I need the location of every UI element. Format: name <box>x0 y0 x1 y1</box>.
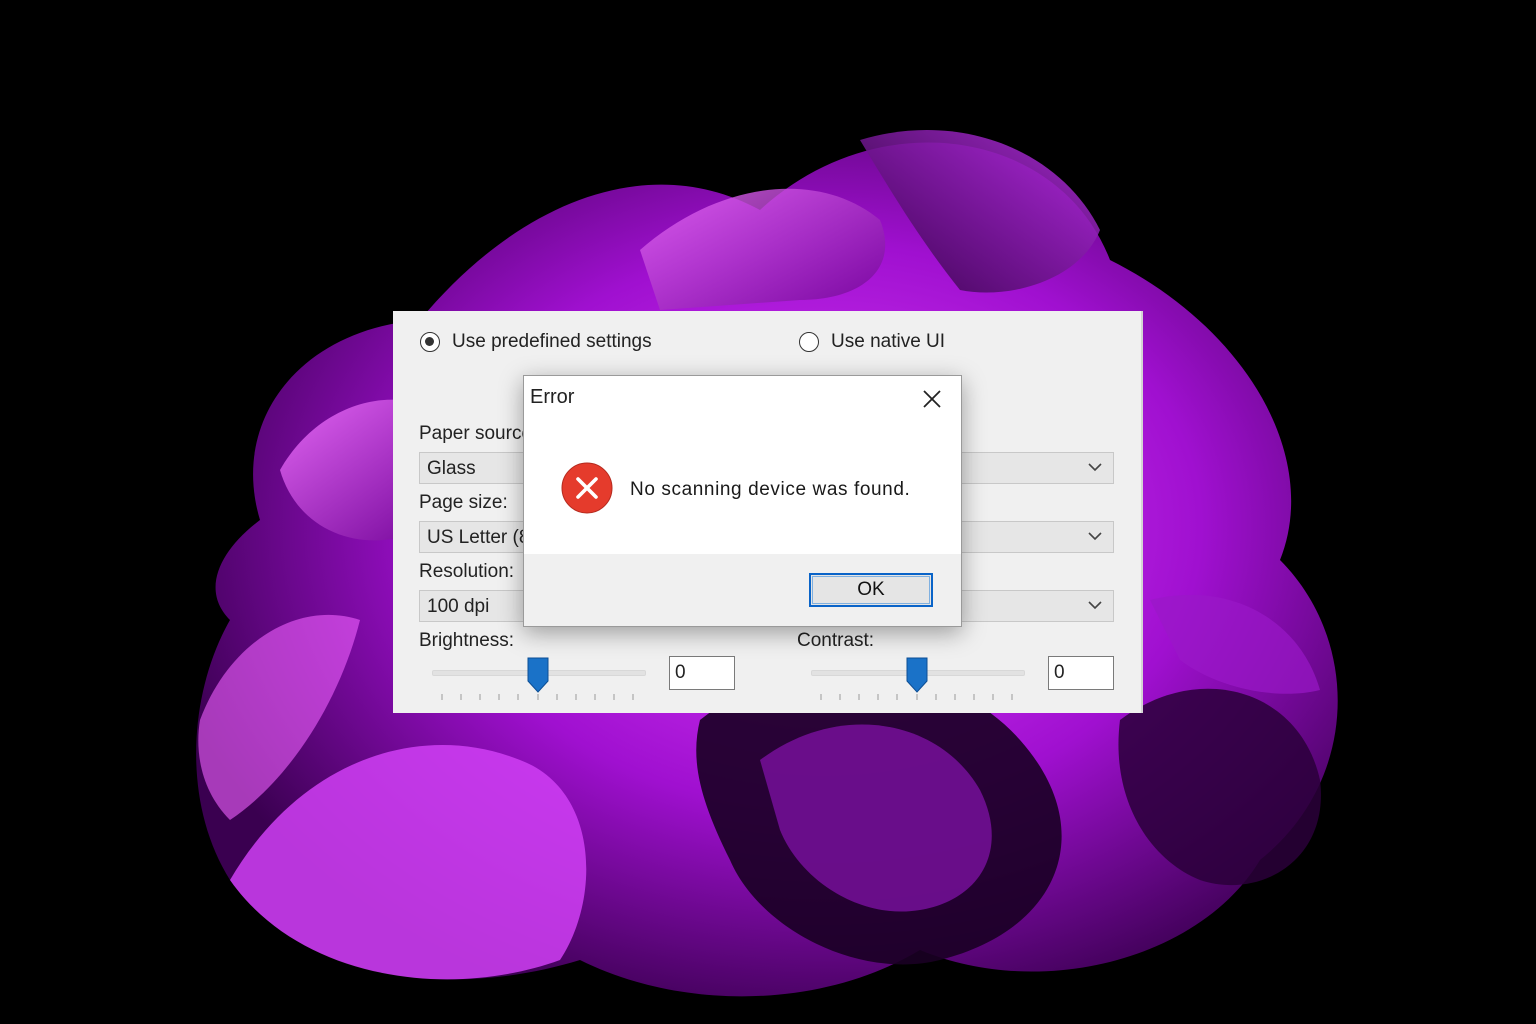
brightness-slider-ticks <box>441 694 634 700</box>
brightness-slider-thumb[interactable] <box>527 657 549 693</box>
chevron-down-icon <box>1088 463 1102 472</box>
brightness-value: 0 <box>675 662 686 683</box>
page-size-value: US Letter (8 <box>427 527 530 548</box>
contrast-value-field[interactable]: 0 <box>1048 656 1114 690</box>
native-ui-radio[interactable] <box>799 332 819 352</box>
native-ui-label[interactable]: Use native UI <box>831 331 945 353</box>
contrast-slider-thumb[interactable] <box>906 657 928 693</box>
close-icon[interactable] <box>916 386 946 412</box>
predefined-settings-label[interactable]: Use predefined settings <box>452 331 652 353</box>
brightness-value-field[interactable]: 0 <box>669 656 735 690</box>
paper-source-label: Paper source <box>419 423 533 444</box>
brightness-label: Brightness: <box>419 630 515 651</box>
dialog-title: Error <box>530 386 575 408</box>
page-size-label: Page size: <box>419 492 508 513</box>
error-message: No scanning device was found. <box>630 479 911 500</box>
dialog-footer: OK <box>524 554 961 626</box>
paper-source-value: Glass <box>427 458 476 479</box>
chevron-down-icon <box>1088 532 1102 541</box>
predefined-settings-radio[interactable] <box>420 332 440 352</box>
contrast-slider-ticks <box>820 694 1013 700</box>
error-dialog: Error No scanning device was found. OK <box>523 375 962 627</box>
contrast-label: Contrast: <box>797 630 875 651</box>
error-x-icon <box>561 462 613 514</box>
radio-selected-icon <box>425 337 434 346</box>
resolution-label: Resolution: <box>419 561 515 582</box>
contrast-value: 0 <box>1054 662 1065 683</box>
chevron-down-icon <box>1088 601 1102 610</box>
resolution-value: 100 dpi <box>427 596 490 617</box>
ok-button[interactable]: OK <box>809 573 933 607</box>
